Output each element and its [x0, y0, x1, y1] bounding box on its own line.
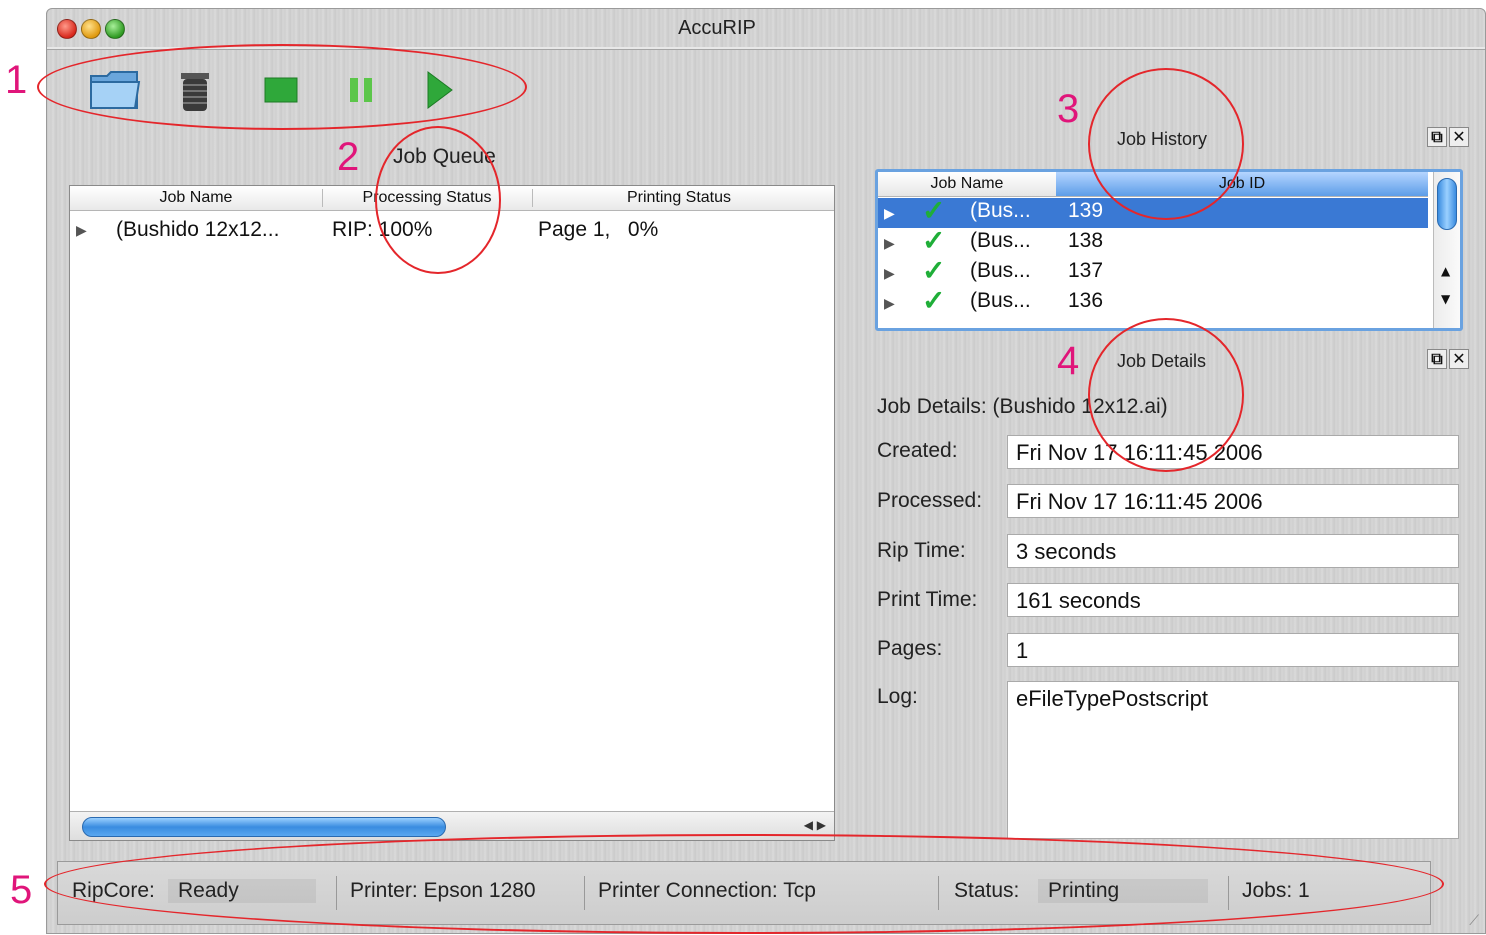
history-job-name: (Bus...: [970, 259, 1031, 282]
job-name-cell: (Bushido 12x12...: [116, 218, 280, 241]
pages-label: Pages:: [877, 637, 943, 660]
scroll-arrows-icon[interactable]: ◀ ▶: [804, 818, 826, 832]
processed-label: Processed:: [877, 489, 983, 512]
annotation-number-1: 1: [5, 58, 28, 102]
job-history-panel-controls: ⧉ ✕: [1425, 127, 1469, 147]
job-details-panel-controls: ⧉ ✕: [1425, 349, 1469, 369]
annotation-circle-job-history: [1088, 68, 1244, 220]
detach-panel-icon[interactable]: ⧉: [1427, 127, 1447, 147]
created-label: Created:: [877, 439, 958, 462]
detach-panel-icon[interactable]: ⧉: [1427, 349, 1447, 369]
checkmark-icon: ✓: [922, 225, 946, 256]
disclosure-triangle-icon[interactable]: ▶: [884, 205, 895, 222]
disclosure-triangle-icon[interactable]: ▶: [884, 265, 895, 282]
annotation-circle-job-details: [1088, 318, 1244, 472]
scroll-down-arrow-icon[interactable]: ▼: [1441, 292, 1450, 306]
disclosure-triangle-icon[interactable]: ▶: [884, 295, 895, 312]
disclosure-triangle-icon[interactable]: ▶: [884, 235, 895, 252]
print-time-label: Print Time:: [877, 588, 978, 611]
log-label: Log:: [877, 685, 918, 708]
column-header-printing-status[interactable]: Printing Status: [532, 189, 826, 207]
history-job-name: (Bus...: [970, 199, 1031, 222]
disclosure-triangle-icon[interactable]: ▶: [76, 222, 87, 239]
rip-time-field[interactable]: 3 seconds: [1007, 534, 1459, 568]
rip-time-label: Rip Time:: [877, 539, 966, 562]
close-panel-icon[interactable]: ✕: [1449, 127, 1469, 147]
checkmark-icon: ✓: [922, 285, 946, 316]
history-row[interactable]: ▶ ✓ (Bus... 137: [878, 255, 1428, 288]
processed-field[interactable]: Fri Nov 17 16:11:45 2006: [1007, 484, 1459, 518]
history-job-name: (Bus...: [970, 289, 1031, 312]
vertical-scrollbar[interactable]: ▲ ▼: [1433, 172, 1460, 328]
log-textarea[interactable]: eFileTypePostscript: [1007, 681, 1459, 839]
annotation-number-5: 5: [10, 868, 33, 912]
column-header-job-name[interactable]: Job Name: [70, 189, 323, 207]
created-field[interactable]: Fri Nov 17 16:11:45 2006: [1007, 435, 1459, 469]
history-job-name: (Bus...: [970, 229, 1031, 252]
checkmark-icon: ✓: [922, 195, 946, 226]
app-window: AccuRIP Job Queue 2 Job Name Processing …: [46, 8, 1486, 934]
annotation-circle-processing-status: [375, 126, 501, 274]
printing-status-cell: Page 1, 0%: [538, 218, 659, 241]
annotation-number-2: 2: [337, 135, 360, 179]
title-bar[interactable]: AccuRIP: [47, 9, 1485, 49]
history-job-id: 136: [1068, 289, 1104, 312]
window-title: AccuRIP: [678, 17, 756, 39]
resize-grip-icon[interactable]: ⟋: [1469, 913, 1479, 929]
history-job-id: 139: [1068, 199, 1104, 222]
annotation-number-3: 3: [1057, 87, 1080, 131]
annotation-number-4: 4: [1057, 339, 1080, 383]
close-panel-icon[interactable]: ✕: [1449, 349, 1469, 369]
job-queue-list[interactable]: Job Name Processing Status Printing Stat…: [69, 185, 835, 841]
history-job-id: 137: [1068, 259, 1104, 282]
scrollbar-thumb[interactable]: [1437, 178, 1457, 230]
checkmark-icon: ✓: [922, 255, 946, 286]
scrollbar-thumb[interactable]: [82, 817, 446, 837]
annotation-circle-toolbar: [37, 44, 527, 130]
pages-field[interactable]: 1: [1007, 633, 1459, 667]
history-row[interactable]: ▶ ✓ (Bus... 138: [878, 225, 1428, 258]
history-row[interactable]: ▶ ✓ (Bus... 136: [878, 285, 1428, 318]
history-job-id: 138: [1068, 229, 1104, 252]
column-header-job-name[interactable]: Job Name: [878, 175, 1056, 193]
scroll-up-arrow-icon[interactable]: ▲: [1441, 264, 1450, 278]
print-time-field[interactable]: 161 seconds: [1007, 583, 1459, 617]
annotation-circle-status-bar: [44, 834, 1444, 934]
